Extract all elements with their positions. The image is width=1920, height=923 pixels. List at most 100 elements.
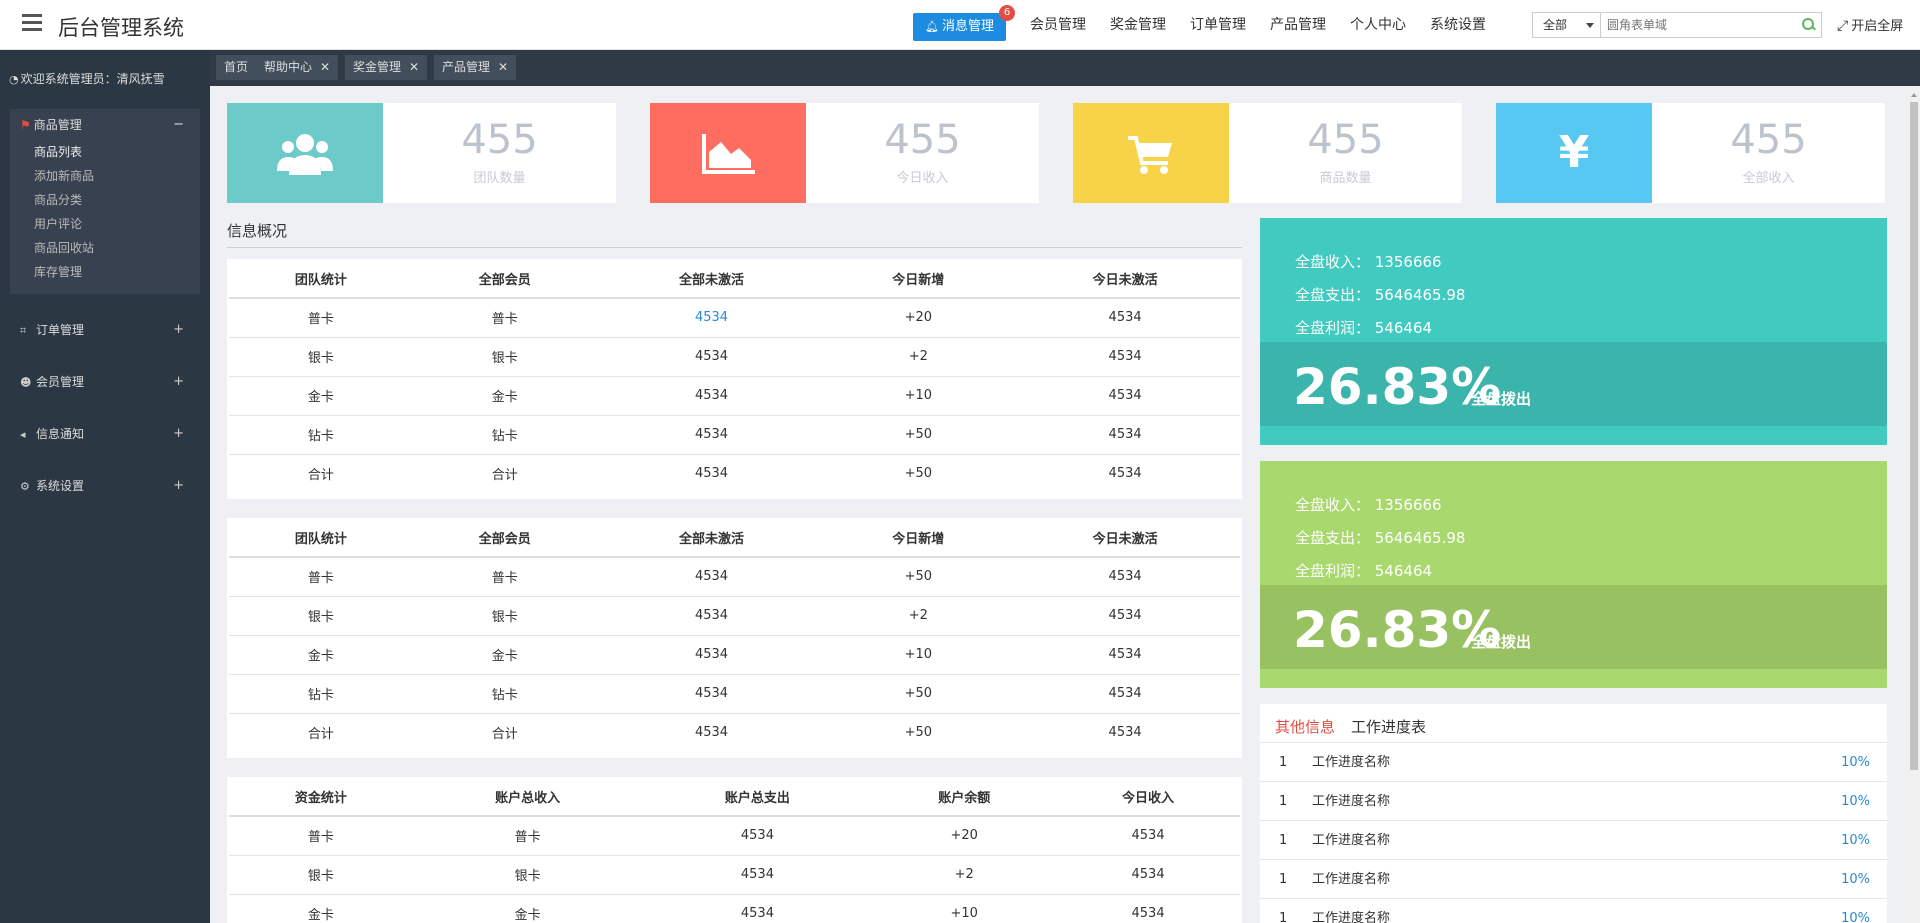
close-icon[interactable]: ✕ xyxy=(498,60,508,74)
table-header-cell: 账户总收入 xyxy=(412,777,643,817)
table-cell: 4534 xyxy=(1056,855,1240,895)
sidebar-item-notifications[interactable]: ◂ 信息通知 + xyxy=(0,420,210,448)
message-button[interactable]: 🔔︎ 消息管理 6 xyxy=(913,5,1015,41)
search-icon[interactable] xyxy=(1795,13,1821,37)
table-cell: 4534 xyxy=(740,906,774,922)
list-item-name: 工作进度名称 xyxy=(1312,872,1391,887)
scrollbar-thumb[interactable] xyxy=(1910,102,1918,770)
nav-member[interactable]: 会员管理 xyxy=(1018,0,1098,50)
submenu-goods-list[interactable]: 商品列表 xyxy=(34,140,94,164)
menu-toggle-icon[interactable] xyxy=(22,14,42,36)
nav-settings[interactable]: 系统设置 xyxy=(1418,0,1498,50)
message-badge: 6 xyxy=(999,5,1015,21)
list-item[interactable]: 1 工作进度名称 10% xyxy=(1260,781,1887,820)
bell-icon: 🔔︎ xyxy=(925,20,939,33)
table-cell: 钻卡 xyxy=(229,415,413,455)
table-cell: 金卡 xyxy=(229,376,413,416)
sidebar-item-label: 信息通知 xyxy=(36,427,85,441)
top-header: 后台管理系统 🔔︎ 消息管理 6 会员管理 奖金管理 订单管理 产品管理 个人中心… xyxy=(0,0,1920,50)
panel-income: 全盘收入： 1356666 xyxy=(1295,253,1442,271)
tab-other-info[interactable]: 其他信息 xyxy=(1275,718,1335,736)
nav-bonus[interactable]: 奖金管理 xyxy=(1098,0,1178,50)
dashboard-icon: ◔ xyxy=(9,73,19,86)
flag-icon: ⚑ xyxy=(20,118,31,132)
table-cell: 4534 xyxy=(1010,635,1240,675)
table-cell: 银卡 xyxy=(229,855,413,895)
tab-bonus[interactable]: 奖金管理 ✕ xyxy=(345,55,428,80)
table-cell: 4534 xyxy=(596,596,827,636)
submenu-inventory[interactable]: 库存管理 xyxy=(34,260,94,284)
stat-value: 455 xyxy=(884,117,961,163)
nav-order[interactable]: 订单管理 xyxy=(1178,0,1258,50)
table-cell: 普卡 xyxy=(229,557,413,597)
table-cell: 4534 xyxy=(694,725,729,741)
nav-personal[interactable]: 个人中心 xyxy=(1338,0,1418,50)
main-scrollbar[interactable] xyxy=(1908,86,1920,923)
list-item[interactable]: 1 工作进度名称 10% xyxy=(1260,820,1887,859)
list-item[interactable]: 1 工作进度名称 10% xyxy=(1260,742,1887,781)
nav-product[interactable]: 产品管理 xyxy=(1258,0,1338,50)
table-header-cell: 团队统计 xyxy=(229,518,413,558)
table-header-cell: 今日收入 xyxy=(1056,777,1240,817)
welcome-text: ◔ 欢迎系统管理员：清风抚雪 xyxy=(9,70,165,87)
tab-home[interactable]: 首页 xyxy=(216,55,257,80)
sidebar-item-orders[interactable]: ⌗ 订单管理 + xyxy=(0,316,210,344)
submenu-goods-category[interactable]: 商品分类 xyxy=(34,188,94,212)
table-cell: +10 xyxy=(826,376,1011,416)
sidebar-item-label: 会员管理 xyxy=(36,375,85,389)
table-cell: 4534 xyxy=(596,376,827,416)
table-header-cell: 资金统计 xyxy=(229,777,413,817)
collapse-icon: − xyxy=(173,117,184,132)
tab-label: 产品管理 xyxy=(442,60,491,74)
list-tabs: 其他信息 工作进度表 xyxy=(1275,716,1426,737)
list-item-name: 工作进度名称 xyxy=(1312,794,1391,809)
panel-band: 26.83% 全盘拨出 xyxy=(1260,342,1887,426)
stat-label: 团队数量 xyxy=(473,171,526,186)
cart-icon: ⌗ xyxy=(20,324,27,337)
brand-title: 后台管理系统 xyxy=(58,16,184,40)
table-header-cell: 全部会员 xyxy=(412,518,597,558)
table-cell: 金卡 xyxy=(229,635,413,675)
table-cell: 4534 xyxy=(1010,596,1240,636)
search-bar: 全部 xyxy=(1532,12,1822,38)
submenu-user-reviews[interactable]: 用户评论 xyxy=(34,212,94,236)
stat-card-team: 455 团队数量 xyxy=(227,103,616,203)
tab-help[interactable]: 帮助中心 ✕ xyxy=(256,55,339,80)
table-cell: 4534 xyxy=(1108,725,1142,741)
submenu-add-goods[interactable]: 添加新商品 xyxy=(34,164,94,188)
table-cell[interactable]: 4534 xyxy=(596,298,827,338)
yen-icon: ¥ xyxy=(1496,103,1652,203)
panel-percent-label: 全盘拨出 xyxy=(1471,390,1532,408)
table-cell: +50 xyxy=(826,674,1011,714)
search-scope-select[interactable]: 全部 xyxy=(1533,13,1601,37)
submenu-recycle-bin[interactable]: 商品回收站 xyxy=(34,236,94,260)
table-cell: 金卡 xyxy=(412,635,597,675)
tab-product[interactable]: 产品管理 ✕ xyxy=(434,55,517,80)
sidebar-item-goods[interactable]: ⚑ 商品管理 − xyxy=(10,111,200,139)
list-item-percent: 10% xyxy=(1841,794,1870,809)
list-item[interactable]: 1 工作进度名称 10% xyxy=(1260,859,1887,898)
sidebar-item-settings[interactable]: ⚙ 系统设置 + xyxy=(0,472,210,500)
speaker-icon: ◂ xyxy=(20,428,26,441)
sidebar-item-members[interactable]: ☻ 会员管理 + xyxy=(0,368,210,396)
list-item-percent: 10% xyxy=(1841,911,1870,923)
list-item-index: 1 xyxy=(1279,794,1288,809)
list-item-index: 1 xyxy=(1279,755,1288,770)
table-cell: +2 xyxy=(826,596,1011,636)
table-row: 钻卡 钻卡 4534 +50 4534 xyxy=(229,415,1240,455)
tab-work-progress[interactable]: 工作进度表 xyxy=(1351,718,1426,736)
list-item-index: 1 xyxy=(1279,833,1288,848)
close-icon[interactable]: ✕ xyxy=(320,60,330,74)
table-cell: 钻卡 xyxy=(412,674,597,714)
search-input[interactable] xyxy=(1601,13,1795,37)
table-cell: 4534 xyxy=(694,466,729,482)
scroll-up-icon[interactable] xyxy=(1911,90,1917,97)
table-cell: 普卡 xyxy=(412,816,643,856)
stat-card-total-income: ¥ 455 全部收入 xyxy=(1496,103,1885,203)
close-icon[interactable]: ✕ xyxy=(409,60,419,74)
page-tabs-bar: 首页 帮助中心 ✕ 奖金管理 ✕ 产品管理 ✕ xyxy=(210,50,1920,86)
list-item[interactable]: 1 工作进度名称 10% xyxy=(1260,898,1887,923)
table-row: 普卡 普卡 4534 +20 4534 xyxy=(229,298,1240,338)
table-cell: 银卡 xyxy=(229,337,413,377)
fullscreen-button[interactable]: ⤢ 开启全屏 xyxy=(1837,15,1903,34)
